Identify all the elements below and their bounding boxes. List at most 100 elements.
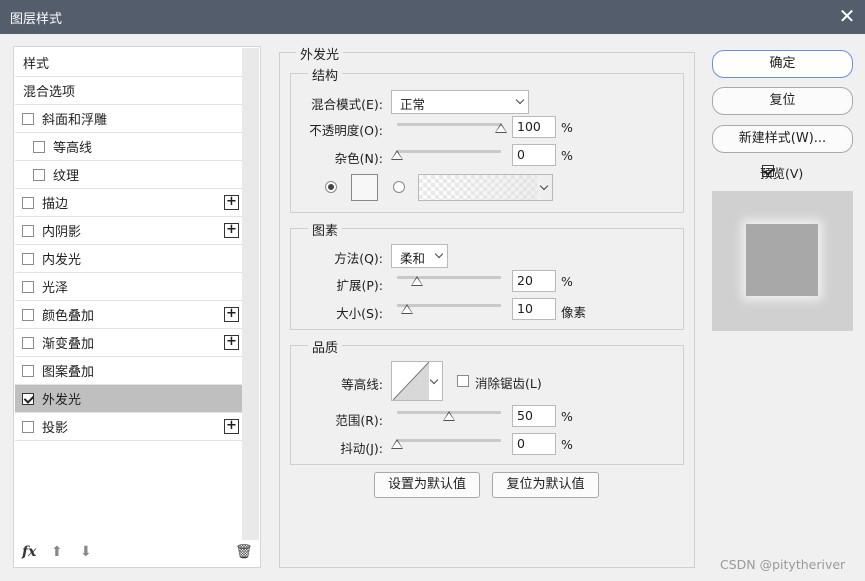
style-item[interactable]: 光泽: [15, 273, 243, 301]
blend-mode-select[interactable]: 正常: [391, 90, 529, 114]
style-item-checkbox[interactable]: [22, 280, 34, 293]
size-input[interactable]: 10: [512, 298, 556, 320]
contour-picker[interactable]: [391, 361, 443, 401]
outer-glow-title: 外发光: [296, 44, 344, 63]
jitter-slider-thumb[interactable]: [391, 439, 403, 449]
spread-input[interactable]: 20: [512, 270, 556, 292]
chevron-down-icon: [515, 95, 525, 105]
glow-color-swatch[interactable]: [351, 174, 378, 201]
add-effect-icon[interactable]: +: [224, 195, 239, 210]
add-effect-icon[interactable]: +: [224, 335, 239, 350]
chevron-down-icon: [539, 181, 549, 191]
style-item-checkbox[interactable]: [22, 112, 34, 125]
styles-header-label: 样式: [23, 57, 50, 72]
title-bar: 图层样式 ✕: [0, 0, 865, 34]
technique-label: 方法(Q):: [334, 251, 383, 266]
opacity-slider[interactable]: [397, 123, 501, 126]
range-input[interactable]: 50: [512, 405, 556, 427]
style-item-checkbox[interactable]: [22, 364, 34, 377]
style-item[interactable]: 图案叠加: [15, 357, 243, 385]
style-item-checkbox[interactable]: [22, 420, 34, 433]
arrow-up-icon[interactable]: ⬆: [51, 544, 63, 560]
style-item[interactable]: 纹理: [15, 161, 243, 189]
add-effect-icon[interactable]: +: [224, 419, 239, 434]
range-unit: %: [561, 409, 573, 424]
gradient-preview: [419, 175, 537, 200]
structure-title: 结构: [308, 65, 343, 84]
opacity-input[interactable]: 100: [512, 116, 556, 138]
contour-label: 等高线:: [341, 377, 383, 392]
preview-pane: [712, 191, 853, 331]
range-label: 范围(R):: [335, 413, 383, 428]
spread-unit: %: [561, 274, 573, 289]
reset-default-button[interactable]: 复位为默认值: [492, 472, 599, 498]
style-item[interactable]: 等高线: [15, 133, 243, 161]
style-item[interactable]: 内阴影 +: [15, 217, 243, 245]
spread-slider-thumb[interactable]: [411, 276, 423, 286]
style-item-checkbox[interactable]: [22, 392, 34, 405]
antialias-label: 消除锯齿(L): [475, 376, 542, 391]
jitter-label: 抖动(J):: [340, 441, 383, 456]
style-item-checkbox[interactable]: [22, 308, 34, 321]
jitter-input[interactable]: 0: [512, 433, 556, 455]
style-item-checkbox[interactable]: [22, 196, 34, 209]
style-item-checkbox[interactable]: [22, 252, 34, 265]
style-item[interactable]: 内发光: [15, 245, 243, 273]
preview-label: 预览(V): [760, 166, 804, 181]
technique-select[interactable]: 柔和: [391, 244, 448, 268]
noise-slider-thumb[interactable]: [391, 150, 403, 160]
new-style-button[interactable]: 新建样式(W)...: [712, 125, 853, 153]
style-item[interactable]: 颜色叠加 +: [15, 301, 243, 329]
style-item-checkbox[interactable]: [33, 140, 45, 153]
style-item-checkbox[interactable]: [22, 224, 34, 237]
add-effect-icon[interactable]: +: [224, 223, 239, 238]
arrow-down-icon[interactable]: ⬇: [80, 544, 92, 560]
window-title: 图层样式: [10, 12, 63, 27]
close-icon[interactable]: ✕: [836, 6, 858, 28]
jitter-slider[interactable]: [397, 439, 501, 442]
noise-label: 杂色(N):: [334, 151, 383, 166]
add-effect-icon[interactable]: +: [224, 307, 239, 322]
styles-footer: fx ⬆ ⬇ 🗑: [13, 540, 261, 568]
blend-options-item[interactable]: 混合选项: [15, 77, 243, 105]
fx-icon[interactable]: fx: [22, 544, 36, 560]
size-slider-thumb[interactable]: [401, 304, 413, 314]
trash-icon[interactable]: 🗑: [235, 544, 253, 560]
opacity-label: 不透明度(O):: [309, 123, 383, 138]
elements-title: 图素: [308, 220, 343, 239]
style-item[interactable]: 投影 +: [15, 413, 243, 441]
style-item[interactable]: 渐变叠加 +: [15, 329, 243, 357]
styles-scrollbar[interactable]: [242, 48, 259, 540]
reset-button[interactable]: 复位: [712, 87, 853, 115]
style-item-checkbox[interactable]: [22, 336, 34, 349]
preview-swatch: [746, 224, 818, 296]
size-unit: 像素: [561, 305, 587, 320]
gradient-picker[interactable]: [418, 174, 553, 201]
gradient-radio[interactable]: [393, 181, 405, 193]
solid-color-radio[interactable]: [325, 181, 337, 193]
opacity-unit: %: [561, 120, 573, 135]
style-item-label: 描边: [42, 197, 69, 212]
noise-slider[interactable]: [397, 150, 501, 153]
style-item-label: 外发光: [42, 393, 82, 408]
noise-input[interactable]: 0: [512, 144, 556, 166]
opacity-slider-thumb[interactable]: [495, 123, 507, 133]
make-default-button[interactable]: 设置为默认值: [374, 472, 480, 498]
size-label: 大小(S):: [336, 306, 383, 321]
style-item-checkbox[interactable]: [33, 168, 45, 181]
styles-header[interactable]: 样式: [15, 49, 243, 77]
style-item-label: 渐变叠加: [42, 337, 95, 352]
ok-button[interactable]: 确定: [712, 50, 853, 78]
quality-title: 品质: [308, 337, 343, 356]
style-item[interactable]: 描边 +: [15, 189, 243, 217]
antialias-checkbox[interactable]: [457, 375, 469, 387]
style-item[interactable]: 外发光: [15, 385, 243, 413]
style-item-label: 纹理: [53, 169, 80, 184]
style-item-label: 颜色叠加: [42, 309, 95, 324]
technique-value: 柔和: [400, 251, 426, 266]
style-item[interactable]: 斜面和浮雕: [15, 105, 243, 133]
style-item-label: 图案叠加: [42, 365, 95, 380]
blend-options-label: 混合选项: [23, 85, 76, 100]
range-slider-thumb[interactable]: [443, 411, 455, 421]
style-item-label: 斜面和浮雕: [42, 113, 108, 128]
